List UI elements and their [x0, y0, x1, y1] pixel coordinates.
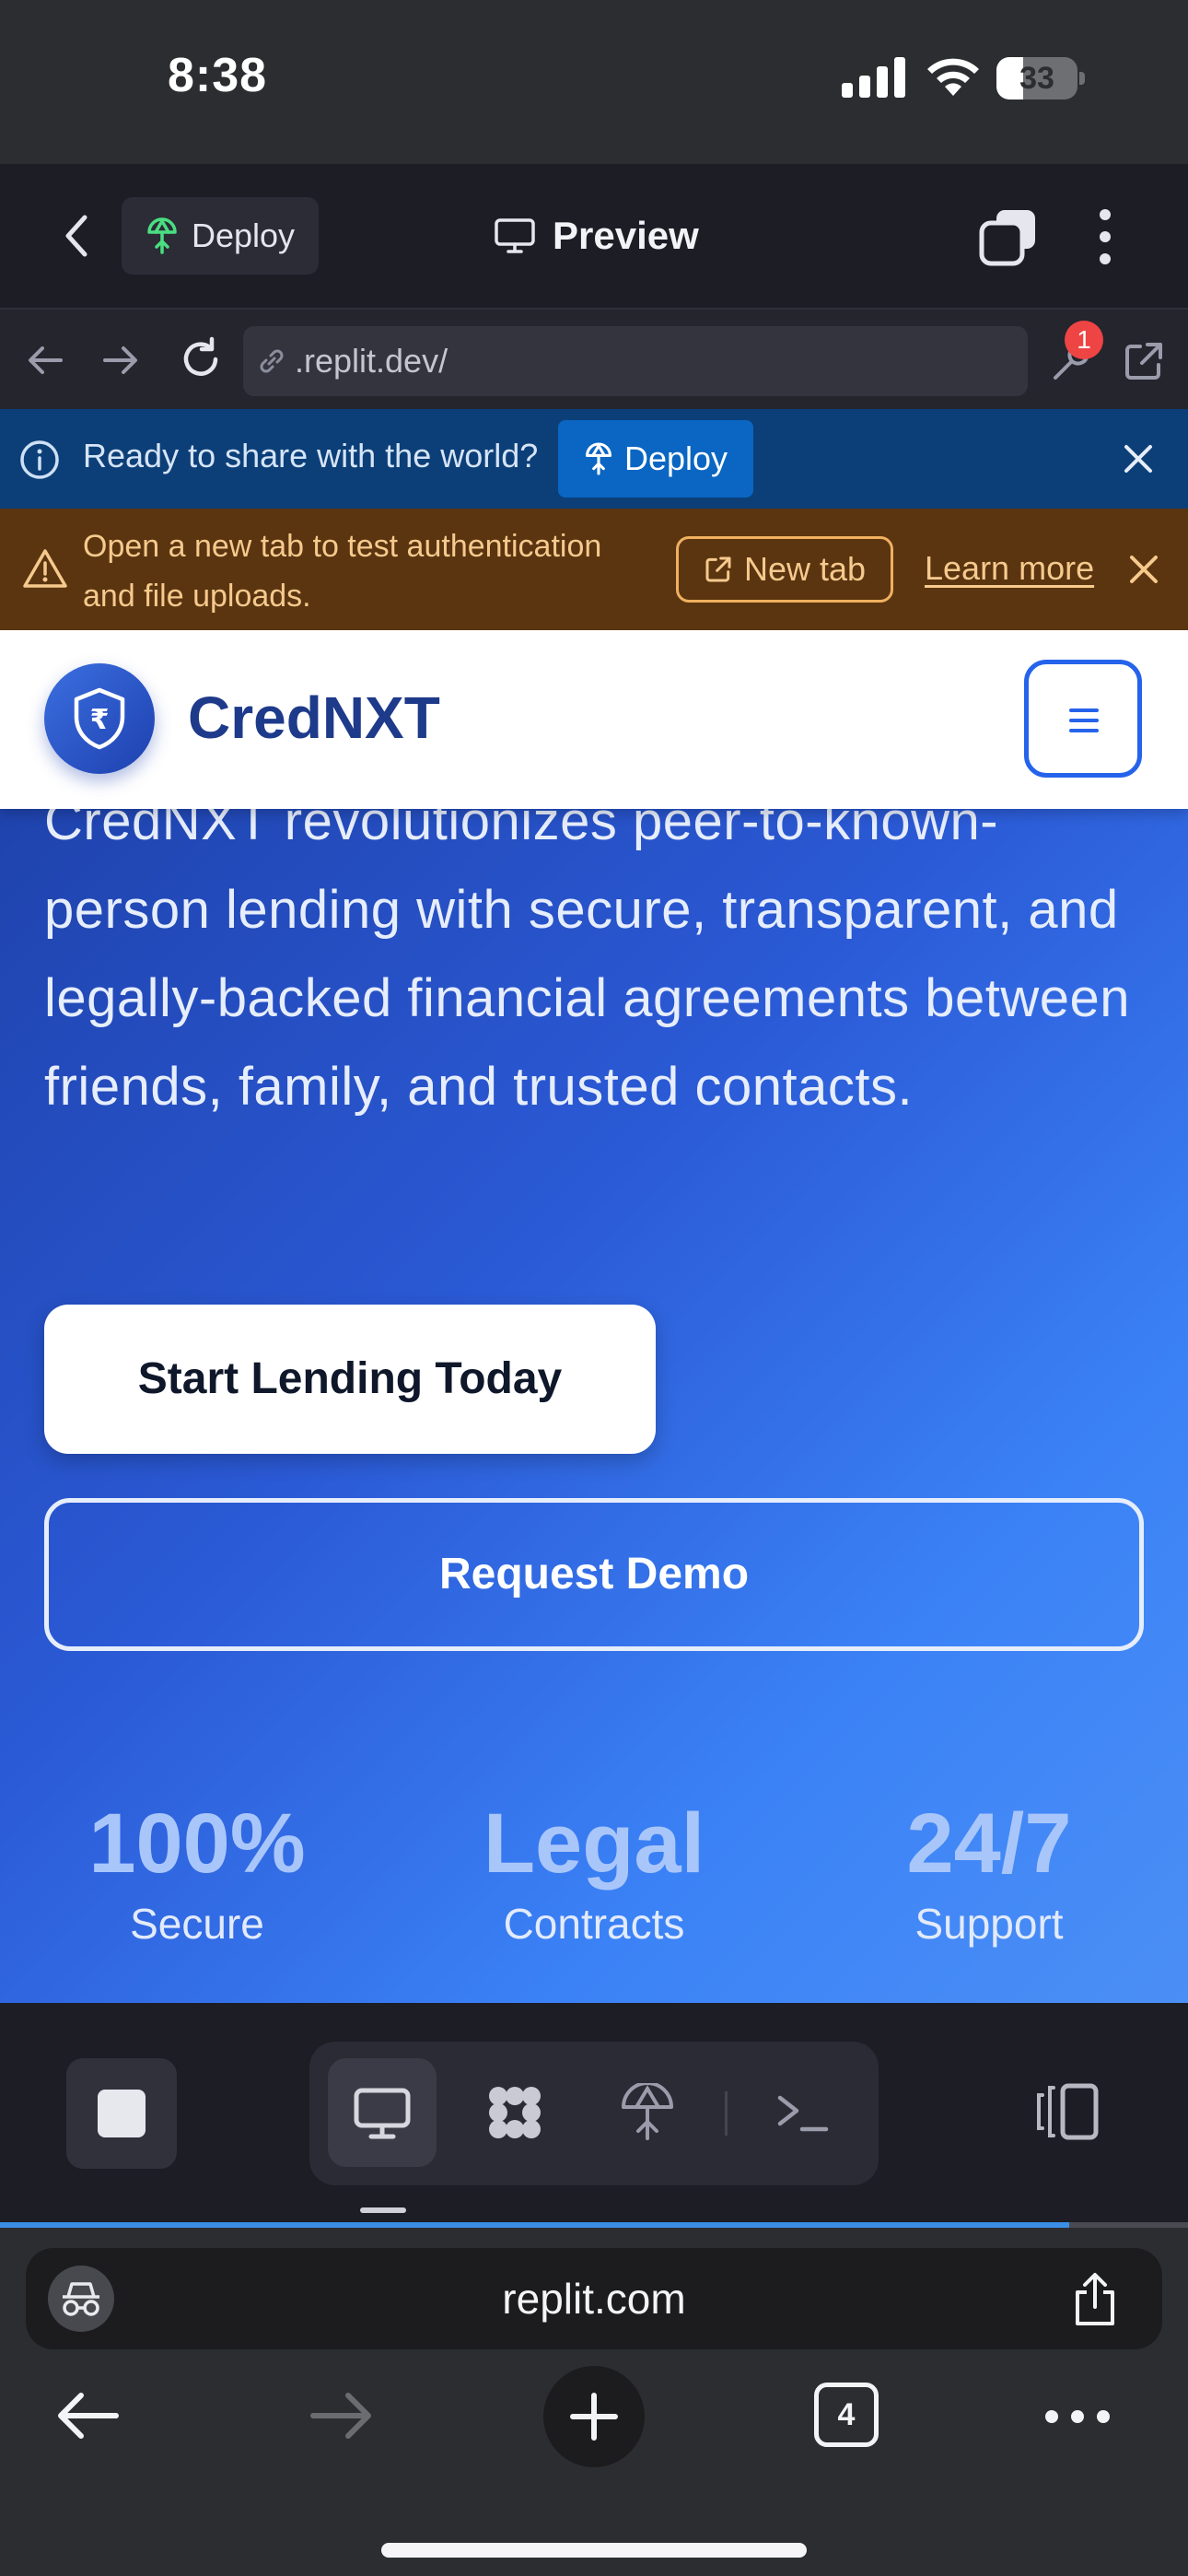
auth-warning-line2: and file uploads. [83, 579, 311, 614]
apps-tool-button[interactable] [460, 2058, 569, 2167]
replit-tool-dock [0, 2003, 1188, 2224]
tool-switcher [309, 2042, 879, 2185]
apps-grid-icon [489, 2087, 541, 2138]
stop-icon [98, 2090, 146, 2137]
stat-secure: 100% Secure [22, 1793, 372, 1953]
stat-contracts: Legal Contracts [419, 1793, 769, 1953]
close-icon[interactable] [1127, 553, 1160, 586]
status-time: 8:38 [168, 49, 268, 102]
deploy-icon [147, 217, 177, 254]
svg-text:₹: ₹ [90, 704, 110, 736]
app-navbar: ₹ CredNXT [0, 630, 1188, 809]
private-browsing-button[interactable] [48, 2266, 114, 2332]
auth-warning-text: Open a new tab to test authentication an… [83, 521, 672, 621]
address-text: replit.com [502, 2275, 686, 2323]
arrow-right-icon[interactable] [99, 339, 142, 381]
battery-level: 33 [1019, 61, 1054, 96]
deploy-banner-button[interactable]: Deploy [558, 420, 753, 498]
info-icon [20, 440, 59, 479]
deploy-banner-text: Ready to share with the world? [83, 437, 539, 474]
start-lending-button[interactable]: Start Lending Today [44, 1305, 656, 1454]
battery-icon: 33 [996, 57, 1085, 100]
deploy-icon [586, 442, 611, 475]
close-icon[interactable] [1122, 442, 1155, 475]
safari-forward-icon[interactable] [308, 2388, 376, 2443]
open-external-icon [705, 556, 731, 582]
link-icon [260, 349, 284, 373]
learn-more-link[interactable]: Learn more [925, 549, 1094, 588]
auth-warning-banner: Open a new tab to test authentication an… [0, 509, 1188, 630]
more-vertical-icon[interactable] [1087, 206, 1124, 267]
safari-address-bar[interactable]: replit.com [26, 2248, 1162, 2349]
deploy-banner: Ready to share with the world? Deploy [0, 409, 1188, 509]
cellular-signal-icon [842, 57, 905, 98]
app-preview: ₹ CredNXT CredNXT revolutionizes peer-to… [0, 630, 1188, 2003]
warning-icon [23, 549, 67, 588]
tabs-count-button[interactable]: 4 [814, 2383, 879, 2447]
preview-label: Preview [553, 214, 699, 257]
tabs-switcher-icon[interactable] [978, 208, 1037, 267]
auth-warning-line1: Open a new tab to test authentication [83, 529, 602, 564]
devtools-badge: 1 [1065, 321, 1103, 359]
drag-handle[interactable] [360, 2207, 406, 2213]
monitor-icon [354, 2088, 411, 2139]
url-text: .replit.dev/ [295, 342, 448, 380]
stat-label: Secure [130, 1900, 264, 1948]
safari-toolbar: replit.com 4 [0, 2228, 1188, 2576]
reload-icon[interactable] [177, 335, 225, 383]
stat-value: Legal [483, 1797, 705, 1891]
stat-label: Support [914, 1900, 1064, 1948]
preview-tab-title[interactable]: Preview [494, 205, 699, 267]
request-demo-button[interactable]: Request Demo [44, 1498, 1144, 1651]
stat-support: 24/7 Support [814, 1793, 1164, 1953]
hero-description: CredNXT revolutionizes peer-to-known-per… [44, 791, 1130, 1117]
plus-icon [570, 2393, 618, 2441]
new-tab-label: New tab [743, 550, 867, 588]
menu-icon [1069, 708, 1099, 732]
monitor-icon [495, 218, 535, 253]
brand-name[interactable]: CredNXT [188, 684, 440, 752]
terminal-icon [777, 2095, 829, 2132]
more-horizontal-icon[interactable] [1044, 2403, 1111, 2430]
back-chevron-icon[interactable] [57, 210, 98, 262]
stat-value: 100% [88, 1797, 306, 1891]
deploy-tool-button[interactable] [593, 2058, 702, 2167]
stat-label: Contracts [503, 1900, 685, 1948]
shield-rupee-icon: ₹ [74, 687, 125, 750]
wifi-icon [927, 58, 979, 96]
stat-value: 24/7 [906, 1797, 1072, 1891]
shell-tool-button[interactable] [748, 2058, 856, 2167]
safari-back-icon[interactable] [53, 2388, 122, 2443]
incognito-icon [63, 2282, 99, 2316]
new-tab-button[interactable]: New tab [676, 536, 893, 603]
deploy-tab-button[interactable]: Deploy [122, 197, 319, 275]
webview-url-bar: .replit.dev/ [0, 308, 1188, 409]
layout-icon[interactable] [1033, 2082, 1100, 2141]
deploy-tab-label: Deploy [192, 217, 296, 254]
open-external-icon[interactable] [1122, 339, 1166, 383]
replit-header: Deploy Preview [0, 164, 1188, 308]
status-bar: 8:38 33 [0, 0, 1188, 164]
deploy-banner-button-label: Deploy [624, 439, 728, 477]
hamburger-menu-button[interactable] [1024, 660, 1142, 778]
share-icon[interactable] [1070, 2272, 1120, 2327]
arrow-left-icon[interactable] [24, 339, 66, 381]
tool-divider [725, 2091, 728, 2136]
new-tab-plus-button[interactable] [543, 2366, 645, 2467]
deploy-icon [622, 2083, 673, 2140]
brand-logo[interactable]: ₹ [44, 663, 155, 774]
preview-tool-button[interactable] [328, 2058, 437, 2167]
home-indicator[interactable] [381, 2543, 807, 2558]
webview-url-field[interactable]: .replit.dev/ [243, 326, 1028, 396]
stop-button[interactable] [66, 2058, 177, 2169]
